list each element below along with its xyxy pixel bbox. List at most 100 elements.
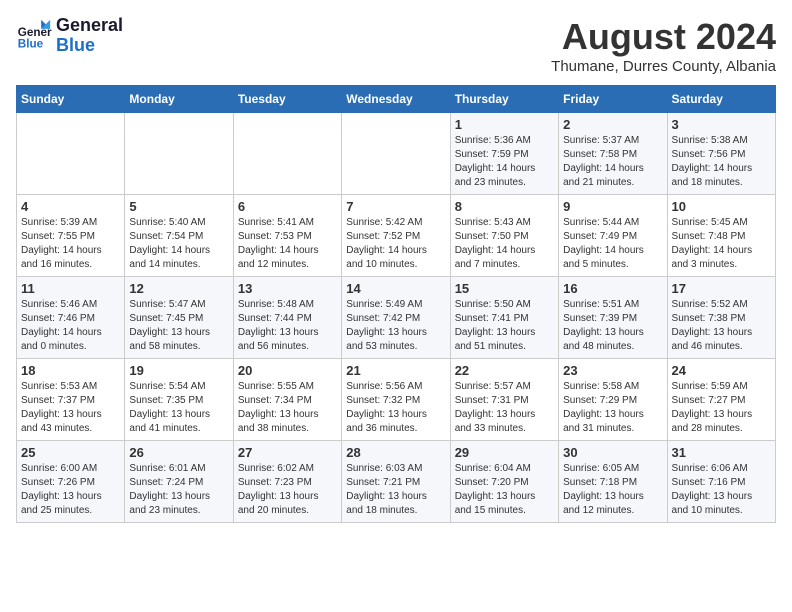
calendar-cell — [17, 113, 125, 195]
calendar-cell: 31 Sunrise: 6:06 AM Sunset: 7:16 PM Dayli… — [667, 441, 775, 523]
calendar-cell: 25Sunrise: 6:00 AM Sunset: 7:26 PM Dayli… — [17, 441, 125, 523]
day-number: 30 — [563, 445, 662, 460]
calendar-cell: 14Sunrise: 5:49 AM Sunset: 7:42 PM Dayli… — [342, 277, 450, 359]
day-info: Sunrise: 5:58 AM Sunset: 7:29 PM Dayligh… — [563, 380, 662, 436]
day-number: 18 — [21, 363, 120, 378]
day-number: 29 — [455, 445, 554, 460]
day-info: Sunrise: 6:06 AM Sunset: 7:16 PM Dayligh… — [672, 462, 771, 518]
day-info: Sunrise: 5:44 AM Sunset: 7:49 PM Dayligh… — [563, 216, 662, 272]
logo-blue: Blue — [56, 35, 95, 55]
calendar-cell: 30 Sunrise: 6:05 AM Sunset: 7:18 PM Dayli… — [559, 441, 667, 523]
calendar-cell: 24 Sunrise: 5:59 AM Sunset: 7:27 PM Dayli… — [667, 359, 775, 441]
day-info: Sunrise: 5:39 AM Sunset: 7:55 PM Dayligh… — [21, 216, 120, 272]
calendar-week-4: 18 Sunrise: 5:53 AM Sunset: 7:37 PM Dayli… — [17, 359, 776, 441]
day-info: Sunrise: 5:49 AM Sunset: 7:42 PM Dayligh… — [346, 298, 445, 354]
day-info: Sunrise: 5:54 AM Sunset: 7:35 PM Dayligh… — [129, 380, 228, 436]
day-number: 2 — [563, 117, 662, 132]
day-number: 4 — [21, 199, 120, 214]
day-info: Sunrise: 5:43 AM Sunset: 7:50 PM Dayligh… — [455, 216, 554, 272]
month-year: August 2024 — [551, 16, 776, 58]
svg-text:Blue: Blue — [18, 37, 44, 50]
day-info: Sunrise: 5:57 AM Sunset: 7:31 PM Dayligh… — [455, 380, 554, 436]
calendar-cell: 5 Sunrise: 5:40 AM Sunset: 7:54 PM Daylig… — [125, 195, 233, 277]
weekday-header-wednesday: Wednesday — [342, 86, 450, 113]
calendar-table: SundayMondayTuesdayWednesdayThursdayFrid… — [16, 85, 776, 523]
calendar-cell: 1Sunrise: 5:36 AM Sunset: 7:59 PM Daylig… — [450, 113, 558, 195]
location: Thumane, Durres County, Albania — [551, 58, 776, 75]
day-info: Sunrise: 5:45 AM Sunset: 7:48 PM Dayligh… — [672, 216, 771, 272]
day-number: 20 — [238, 363, 337, 378]
calendar-cell: 10 Sunrise: 5:45 AM Sunset: 7:48 PM Dayli… — [667, 195, 775, 277]
day-number: 17 — [672, 281, 771, 296]
calendar-cell: 18 Sunrise: 5:53 AM Sunset: 7:37 PM Dayli… — [17, 359, 125, 441]
calendar-cell: 3 Sunrise: 5:38 AM Sunset: 7:56 PM Daylig… — [667, 113, 775, 195]
day-info: Sunrise: 5:38 AM Sunset: 7:56 PM Dayligh… — [672, 134, 771, 190]
day-number: 5 — [129, 199, 228, 214]
calendar-cell: 13Sunrise: 5:48 AM Sunset: 7:44 PM Dayli… — [233, 277, 341, 359]
calendar-cell: 23Sunrise: 5:58 AM Sunset: 7:29 PM Dayli… — [559, 359, 667, 441]
day-number: 15 — [455, 281, 554, 296]
day-number: 13 — [238, 281, 337, 296]
day-info: Sunrise: 5:59 AM Sunset: 7:27 PM Dayligh… — [672, 380, 771, 436]
day-info: Sunrise: 5:46 AM Sunset: 7:46 PM Dayligh… — [21, 298, 120, 354]
day-info: Sunrise: 6:03 AM Sunset: 7:21 PM Dayligh… — [346, 462, 445, 518]
day-info: Sunrise: 5:56 AM Sunset: 7:32 PM Dayligh… — [346, 380, 445, 436]
calendar-cell: 19Sunrise: 5:54 AM Sunset: 7:35 PM Dayli… — [125, 359, 233, 441]
day-info: Sunrise: 5:51 AM Sunset: 7:39 PM Dayligh… — [563, 298, 662, 354]
calendar-body: 1Sunrise: 5:36 AM Sunset: 7:59 PM Daylig… — [17, 113, 776, 523]
calendar-cell: 9 Sunrise: 5:44 AM Sunset: 7:49 PM Daylig… — [559, 195, 667, 277]
calendar-cell: 28Sunrise: 6:03 AM Sunset: 7:21 PM Dayli… — [342, 441, 450, 523]
day-info: Sunrise: 6:02 AM Sunset: 7:23 PM Dayligh… — [238, 462, 337, 518]
logo-icon: General Blue — [16, 18, 52, 54]
calendar-cell: 12Sunrise: 5:47 AM Sunset: 7:45 PM Dayli… — [125, 277, 233, 359]
weekday-header-row: SundayMondayTuesdayWednesdayThursdayFrid… — [17, 86, 776, 113]
day-info: Sunrise: 5:42 AM Sunset: 7:52 PM Dayligh… — [346, 216, 445, 272]
day-number: 24 — [672, 363, 771, 378]
calendar-cell: 7Sunrise: 5:42 AM Sunset: 7:52 PM Daylig… — [342, 195, 450, 277]
day-number: 27 — [238, 445, 337, 460]
day-number: 11 — [21, 281, 120, 296]
day-info: Sunrise: 5:36 AM Sunset: 7:59 PM Dayligh… — [455, 134, 554, 190]
day-info: Sunrise: 5:37 AM Sunset: 7:58 PM Dayligh… — [563, 134, 662, 190]
day-number: 6 — [238, 199, 337, 214]
day-number: 10 — [672, 199, 771, 214]
day-number: 31 — [672, 445, 771, 460]
calendar-cell: 26Sunrise: 6:01 AM Sunset: 7:24 PM Dayli… — [125, 441, 233, 523]
calendar-cell: 6Sunrise: 5:41 AM Sunset: 7:53 PM Daylig… — [233, 195, 341, 277]
calendar-cell: 4 Sunrise: 5:39 AM Sunset: 7:55 PM Daylig… — [17, 195, 125, 277]
weekday-header-sunday: Sunday — [17, 86, 125, 113]
calendar-week-5: 25Sunrise: 6:00 AM Sunset: 7:26 PM Dayli… — [17, 441, 776, 523]
calendar-cell — [342, 113, 450, 195]
day-info: Sunrise: 6:00 AM Sunset: 7:26 PM Dayligh… — [21, 462, 120, 518]
day-number: 21 — [346, 363, 445, 378]
day-info: Sunrise: 6:04 AM Sunset: 7:20 PM Dayligh… — [455, 462, 554, 518]
day-number: 8 — [455, 199, 554, 214]
calendar-cell: 11 Sunrise: 5:46 AM Sunset: 7:46 PM Dayli… — [17, 277, 125, 359]
day-info: Sunrise: 5:53 AM Sunset: 7:37 PM Dayligh… — [21, 380, 120, 436]
day-info: Sunrise: 6:05 AM Sunset: 7:18 PM Dayligh… — [563, 462, 662, 518]
logo-general: General — [56, 15, 123, 35]
day-number: 9 — [563, 199, 662, 214]
calendar-cell: 8 Sunrise: 5:43 AM Sunset: 7:50 PM Daylig… — [450, 195, 558, 277]
day-number: 26 — [129, 445, 228, 460]
calendar-cell — [233, 113, 341, 195]
day-number: 16 — [563, 281, 662, 296]
day-number: 3 — [672, 117, 771, 132]
calendar-cell — [125, 113, 233, 195]
calendar-cell: 29 Sunrise: 6:04 AM Sunset: 7:20 PM Dayli… — [450, 441, 558, 523]
calendar-cell: 17 Sunrise: 5:52 AM Sunset: 7:38 PM Dayli… — [667, 277, 775, 359]
day-number: 22 — [455, 363, 554, 378]
weekday-header-thursday: Thursday — [450, 86, 558, 113]
logo-text: General Blue — [56, 16, 123, 56]
day-info: Sunrise: 5:52 AM Sunset: 7:38 PM Dayligh… — [672, 298, 771, 354]
weekday-header-tuesday: Tuesday — [233, 86, 341, 113]
day-info: Sunrise: 5:50 AM Sunset: 7:41 PM Dayligh… — [455, 298, 554, 354]
calendar-week-2: 4 Sunrise: 5:39 AM Sunset: 7:55 PM Daylig… — [17, 195, 776, 277]
calendar-week-1: 1Sunrise: 5:36 AM Sunset: 7:59 PM Daylig… — [17, 113, 776, 195]
page-header: General Blue General Blue August 2024 Th… — [16, 16, 776, 75]
day-number: 12 — [129, 281, 228, 296]
calendar-cell: 2 Sunrise: 5:37 AM Sunset: 7:58 PM Daylig… — [559, 113, 667, 195]
day-info: Sunrise: 5:40 AM Sunset: 7:54 PM Dayligh… — [129, 216, 228, 272]
title-block: August 2024 Thumane, Durres County, Alba… — [551, 16, 776, 75]
logo: General Blue General Blue — [16, 16, 123, 56]
